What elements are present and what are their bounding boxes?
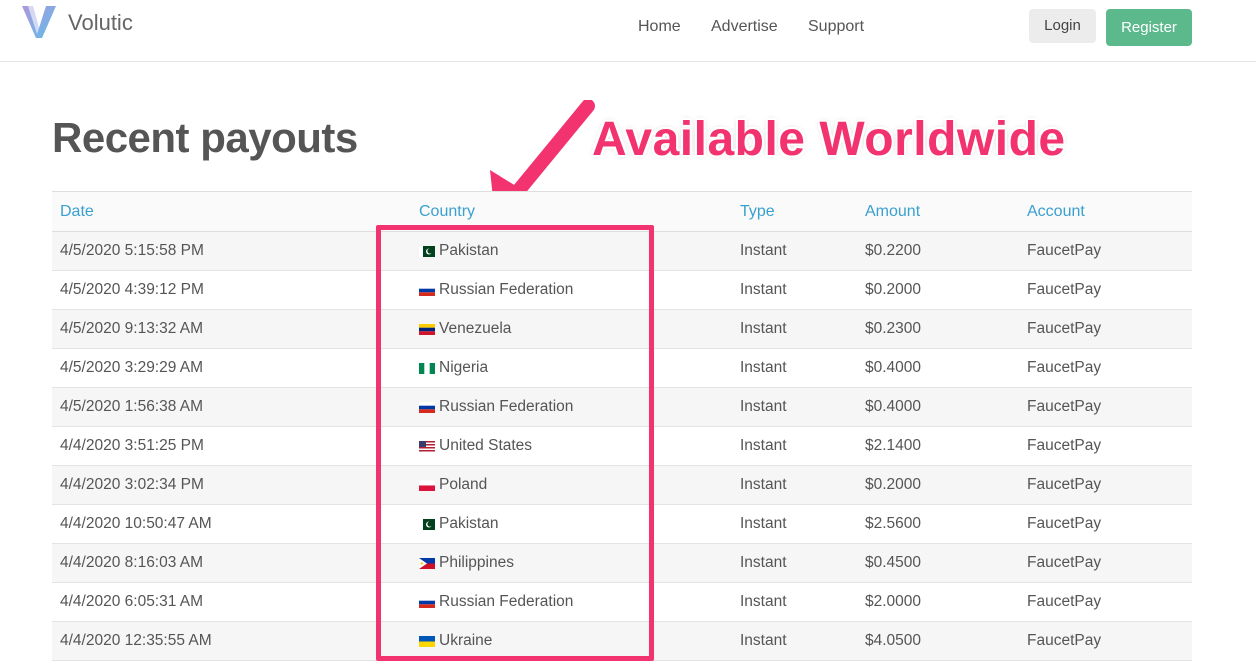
cell-date: 4/5/2020 9:13:32 AM <box>52 309 411 349</box>
volutic-logo-icon[interactable] <box>20 4 58 40</box>
cell-date: 4/5/2020 4:39:12 PM <box>52 270 411 310</box>
page-title: Recent payouts <box>52 114 358 161</box>
cell-type: Instant <box>732 309 857 349</box>
register-button[interactable]: Register <box>1106 9 1192 46</box>
cell-type: Instant <box>732 348 857 388</box>
cell-date: 4/4/2020 3:51:25 PM <box>52 426 411 466</box>
cell-amount: $0.4500 <box>857 543 1019 583</box>
cell-amount: $0.2200 <box>857 231 1019 271</box>
cell-type: Instant <box>732 582 857 622</box>
header-type[interactable]: Type <box>732 191 857 232</box>
nav-advertise-link[interactable]: Advertise <box>711 18 778 36</box>
header-date[interactable]: Date <box>52 191 411 232</box>
login-button[interactable]: Login <box>1029 9 1096 43</box>
cell-date: 4/4/2020 3:02:34 PM <box>52 465 411 505</box>
cell-amount: $0.2300 <box>857 309 1019 349</box>
cell-date: 4/4/2020 10:50:47 AM <box>52 504 411 544</box>
cell-amount: $0.4000 <box>857 348 1019 388</box>
cell-account: FaucetPay <box>1019 309 1192 349</box>
nav-support-link[interactable]: Support <box>808 18 864 36</box>
nav-home-link[interactable]: Home <box>638 18 681 36</box>
cell-type: Instant <box>732 270 857 310</box>
cell-type: Instant <box>732 426 857 466</box>
cell-date: 4/5/2020 3:29:29 AM <box>52 348 411 388</box>
cell-account: FaucetPay <box>1019 387 1192 427</box>
cell-account: FaucetPay <box>1019 270 1192 310</box>
cell-amount: $0.2000 <box>857 465 1019 505</box>
cell-type: Instant <box>732 543 857 583</box>
header-amount[interactable]: Amount <box>857 191 1019 232</box>
cell-account: FaucetPay <box>1019 621 1192 661</box>
cell-amount: $2.1400 <box>857 426 1019 466</box>
cell-date: 4/5/2020 5:15:58 PM <box>52 231 411 271</box>
cell-date: 4/4/2020 12:35:55 AM <box>52 621 411 661</box>
cell-account: FaucetPay <box>1019 231 1192 271</box>
cell-amount: $0.4000 <box>857 387 1019 427</box>
cell-date: 4/4/2020 8:16:03 AM <box>52 543 411 583</box>
available-worldwide-annotation: Available Worldwide <box>592 113 1066 166</box>
top-navbar: Volutic Home Advertise Support Login Reg… <box>0 0 1256 62</box>
cell-account: FaucetPay <box>1019 543 1192 583</box>
brand-name[interactable]: Volutic <box>68 10 133 36</box>
cell-amount: $2.0000 <box>857 582 1019 622</box>
cell-account: FaucetPay <box>1019 426 1192 466</box>
cell-type: Instant <box>732 621 857 661</box>
cell-account: FaucetPay <box>1019 582 1192 622</box>
cell-amount: $4.0500 <box>857 621 1019 661</box>
cell-type: Instant <box>732 231 857 271</box>
cell-account: FaucetPay <box>1019 348 1192 388</box>
cell-date: 4/4/2020 6:05:31 AM <box>52 582 411 622</box>
country-highlight-box <box>376 225 654 661</box>
cell-account: FaucetPay <box>1019 465 1192 505</box>
cell-amount: $0.2000 <box>857 270 1019 310</box>
cell-amount: $2.5600 <box>857 504 1019 544</box>
cell-type: Instant <box>732 504 857 544</box>
cell-date: 4/5/2020 1:56:38 AM <box>52 387 411 427</box>
header-account[interactable]: Account <box>1019 191 1192 232</box>
cell-type: Instant <box>732 465 857 505</box>
cell-type: Instant <box>732 387 857 427</box>
cell-account: FaucetPay <box>1019 504 1192 544</box>
